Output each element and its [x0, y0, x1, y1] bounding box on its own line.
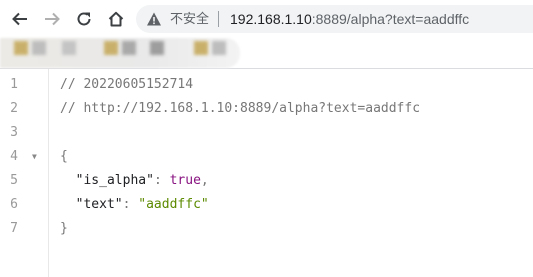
json-comma: , [200, 173, 209, 188]
bookmark-item[interactable] [104, 41, 118, 55]
bookmark-item[interactable] [14, 41, 28, 55]
arrow-right-icon [45, 12, 60, 26]
line-number: 3 [10, 125, 18, 140]
home-icon [108, 11, 124, 27]
code-line: 2 // http://192.168.1.10:8889/alpha?text=… [0, 97, 533, 121]
code-content: // http://192.168.1.10:8889/alpha?text=a… [60, 97, 420, 121]
json-colon: : [122, 197, 139, 212]
json-value: "aaddffc" [138, 197, 209, 212]
line-number: 7 [10, 221, 18, 236]
code-content: { [60, 145, 68, 169]
json-key: "is_alpha" [75, 173, 154, 188]
forward-button[interactable] [40, 7, 64, 31]
line-number: 6 [10, 197, 18, 212]
fold-toggle-icon[interactable]: ▼ [32, 145, 37, 169]
json-key: "text" [75, 197, 123, 212]
browser-toolbar: 不安全 192.168.1.10:8889/alpha?text=aaddffc [0, 0, 533, 39]
json-colon: : [153, 173, 170, 188]
code-content: "text": "aaddffc" [60, 193, 209, 217]
code-line: 4 ▼ { [0, 145, 533, 169]
home-button[interactable] [104, 7, 128, 31]
open-brace: { [60, 149, 68, 164]
bookmark-item[interactable] [212, 41, 226, 55]
warning-icon [146, 11, 162, 27]
code-line: 6 "text": "aaddffc" [0, 193, 533, 217]
code-line: 1 // 20220605152714 [0, 73, 533, 97]
code-line: 3 [0, 121, 533, 145]
code-content: } [60, 217, 68, 241]
comment-text: // http://192.168.1.10:8889/alpha?text=a… [60, 101, 421, 116]
bookmark-item[interactable] [122, 41, 136, 55]
close-brace: } [60, 221, 68, 236]
line-number: 2 [10, 101, 18, 116]
omnibox-divider [218, 11, 219, 27]
address-bar[interactable]: 不安全 192.168.1.10:8889/alpha?text=aaddffc [136, 5, 533, 33]
bookmark-item[interactable] [150, 41, 164, 55]
code-line: 7} [0, 217, 533, 241]
line-number: 5 [10, 173, 18, 188]
bookmark-item[interactable] [62, 41, 76, 55]
reload-icon [77, 12, 91, 26]
code-line: 5 "is_alpha": true, [0, 169, 533, 193]
not-secure-label[interactable]: 不安全 [170, 11, 209, 27]
bookmark-item[interactable] [194, 41, 208, 55]
bookmarks-bar [0, 38, 533, 69]
back-button[interactable] [8, 7, 32, 31]
json-viewer: 1 // 20220605152714 2 // http://192.168.1.1… [0, 69, 533, 277]
reload-button[interactable] [72, 7, 96, 31]
url-host: 192.168.1.10 [230, 11, 312, 27]
comment-text: // 20220605152714 [60, 77, 194, 92]
bookmark-item[interactable] [32, 41, 46, 55]
url-path: :8889/alpha?text=aaddffc [311, 11, 470, 27]
line-number: 1 [10, 77, 18, 92]
code-content: // 20220605152714 [60, 73, 193, 97]
arrow-left-icon [12, 12, 27, 26]
json-value: true [169, 173, 201, 188]
line-number: 4 [10, 149, 18, 164]
url-text[interactable]: 192.168.1.10:8889/alpha?text=aaddffc [230, 10, 469, 28]
code-content: "is_alpha": true, [60, 169, 209, 193]
